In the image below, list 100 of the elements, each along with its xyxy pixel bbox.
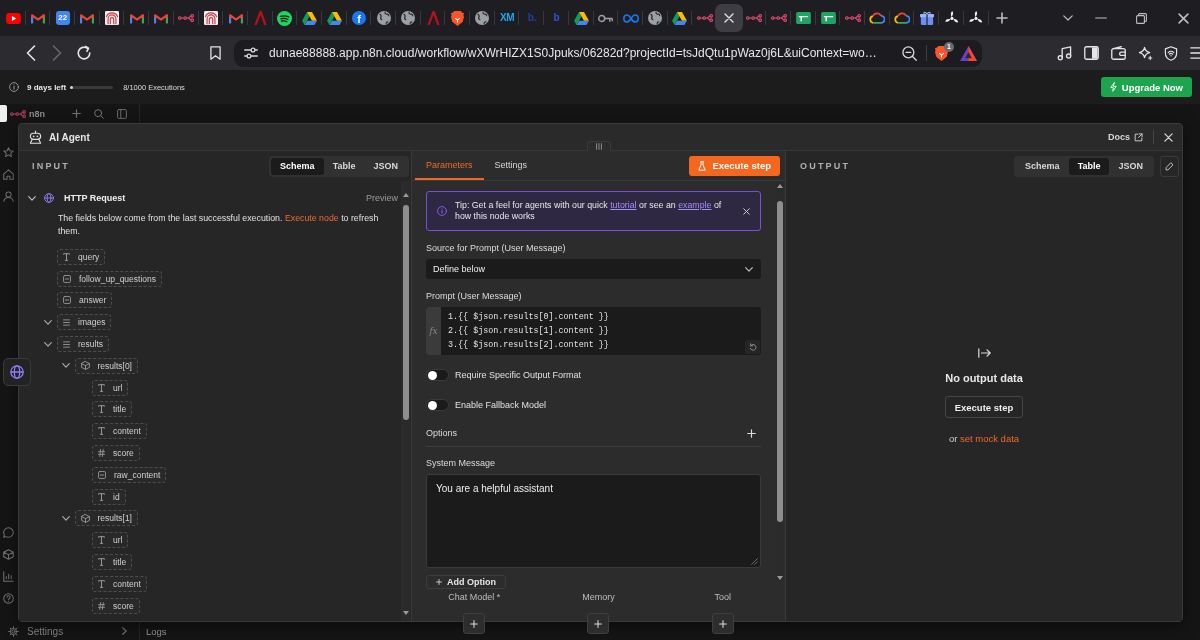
schema-field[interactable]: title [92,401,133,418]
chevron-down-icon[interactable] [44,341,52,347]
schema-field[interactable]: answer [57,292,113,309]
schema-field[interactable]: follow_up_questions [57,270,163,287]
plus-icon[interactable] [995,12,1008,24]
info-icon[interactable] [9,82,19,92]
shield-icon[interactable] [1164,45,1178,61]
chevron-right-icon[interactable] [122,627,127,635]
shield-icon[interactable] [451,10,465,26]
schema-field[interactable]: score [92,597,140,614]
schema-field[interactable]: raw_content [92,466,167,483]
mail-icon[interactable] [129,12,144,24]
prompt-source-dropdown[interactable]: Define below [426,259,761,279]
bookmark-icon[interactable] [210,46,221,60]
shield-icon[interactable] [935,45,948,61]
settings-label[interactable]: Settings [27,625,64,637]
minimize-icon[interactable] [1094,17,1107,19]
chevron-down-icon[interactable] [61,363,70,369]
system-message-field[interactable]: You are a helpful assistant [426,474,761,568]
schema-field[interactable]: results[1] [74,510,138,527]
chart-icon[interactable] [3,571,14,582]
view-tab[interactable]: Table [1068,157,1110,175]
docs-link[interactable]: Docs [1108,132,1143,142]
site-logo[interactable]: XM [499,13,515,23]
schema-field[interactable]: results[0] [74,357,138,374]
settings-icon[interactable] [8,625,19,637]
search-icon[interactable] [94,108,104,119]
panel-tab[interactable]: Parameters [415,151,484,180]
infinity-icon[interactable] [622,13,639,23]
triangle-icon[interactable] [326,11,342,25]
mail-icon[interactable] [228,12,243,24]
reset-button[interactable] [745,340,760,354]
music-note-icon[interactable] [1057,45,1072,61]
view-tab[interactable]: JSON [1109,157,1152,175]
schema-field[interactable]: url [92,379,129,396]
toggle-switch[interactable] [426,399,449,411]
calendar-icon[interactable]: 22 [55,11,70,25]
schema-field[interactable]: title [92,554,133,571]
globe-button[interactable] [3,358,31,386]
chevron-down-icon[interactable] [1062,15,1073,21]
browser-tab[interactable] [715,4,744,32]
resize-grip-icon[interactable] [751,558,758,565]
peak-icon[interactable] [253,11,267,25]
chevron-down-icon[interactable] [61,515,70,521]
panel-icon[interactable] [117,108,127,119]
video-play-icon[interactable] [5,12,21,24]
view-tab[interactable]: Schema [1016,157,1069,175]
triangle-icon[interactable] [960,45,977,61]
schema-field[interactable]: images [57,314,112,331]
schema-field[interactable]: content [92,423,147,440]
schema-field[interactable]: query [57,248,106,265]
wallet-icon[interactable] [1111,46,1126,60]
spreadsheet-icon[interactable] [795,12,811,24]
back-icon[interactable] [26,45,36,61]
view-tab[interactable]: Schema [271,157,324,175]
triangle-icon[interactable] [573,11,589,25]
panel-tab[interactable]: Settings [483,151,539,180]
triangle-icon[interactable] [302,11,318,25]
globe-icon[interactable] [648,11,663,25]
triangle-icon[interactable] [672,11,688,25]
mail-icon[interactable] [154,12,169,24]
reload-icon[interactable] [76,45,92,61]
chevron-down-icon[interactable] [44,319,52,325]
schema-field[interactable]: score [92,445,140,462]
propeller-icon[interactable] [969,11,984,25]
nodes-icon[interactable] [696,14,713,22]
prompt-field[interactable]: fx 1.{{ $json.results[0].content }} 2.{{ $json.results[1].content }} 3.{{ $json.results[2].content }} [426,307,761,355]
home-icon[interactable] [3,169,14,180]
arches-icon[interactable] [105,11,120,25]
scrollbar[interactable] [775,181,784,583]
arches-icon[interactable] [203,11,218,25]
gift-icon[interactable] [919,11,934,25]
chat-icon[interactable] [3,527,14,538]
user-icon[interactable] [3,191,14,202]
add-option-button[interactable]: Add Option [426,575,506,589]
mail-icon[interactable] [31,12,46,24]
sliders-icon[interactable] [244,47,258,59]
nodes-icon[interactable] [844,14,861,22]
schema-field[interactable]: content [92,575,147,592]
set-mock-data-link[interactable]: set mock data [959,433,1020,444]
schema-field[interactable]: results [57,336,110,353]
close-icon[interactable] [1164,132,1173,142]
star-icon[interactable] [3,147,14,158]
add-connector-button[interactable] [711,613,734,634]
sound-waves-icon[interactable] [277,10,293,26]
help-icon[interactable] [3,593,14,604]
drag-handle[interactable] [586,141,611,151]
add-connector-button[interactable] [463,613,486,634]
letter-logo-icon[interactable]: f [351,11,366,25]
close-icon[interactable] [724,13,735,23]
nodes-icon[interactable] [746,14,762,22]
nodes-icon[interactable] [770,14,787,22]
close-icon[interactable] [743,207,750,215]
logs-tab[interactable]: Logs [146,625,167,637]
spreadsheet-icon[interactable] [820,12,836,24]
schema-field[interactable]: url [92,532,129,549]
close-icon[interactable] [1177,12,1189,24]
key-icon[interactable] [598,13,614,23]
restore-icon[interactable] [1135,12,1147,24]
toggle-switch[interactable] [426,369,449,381]
